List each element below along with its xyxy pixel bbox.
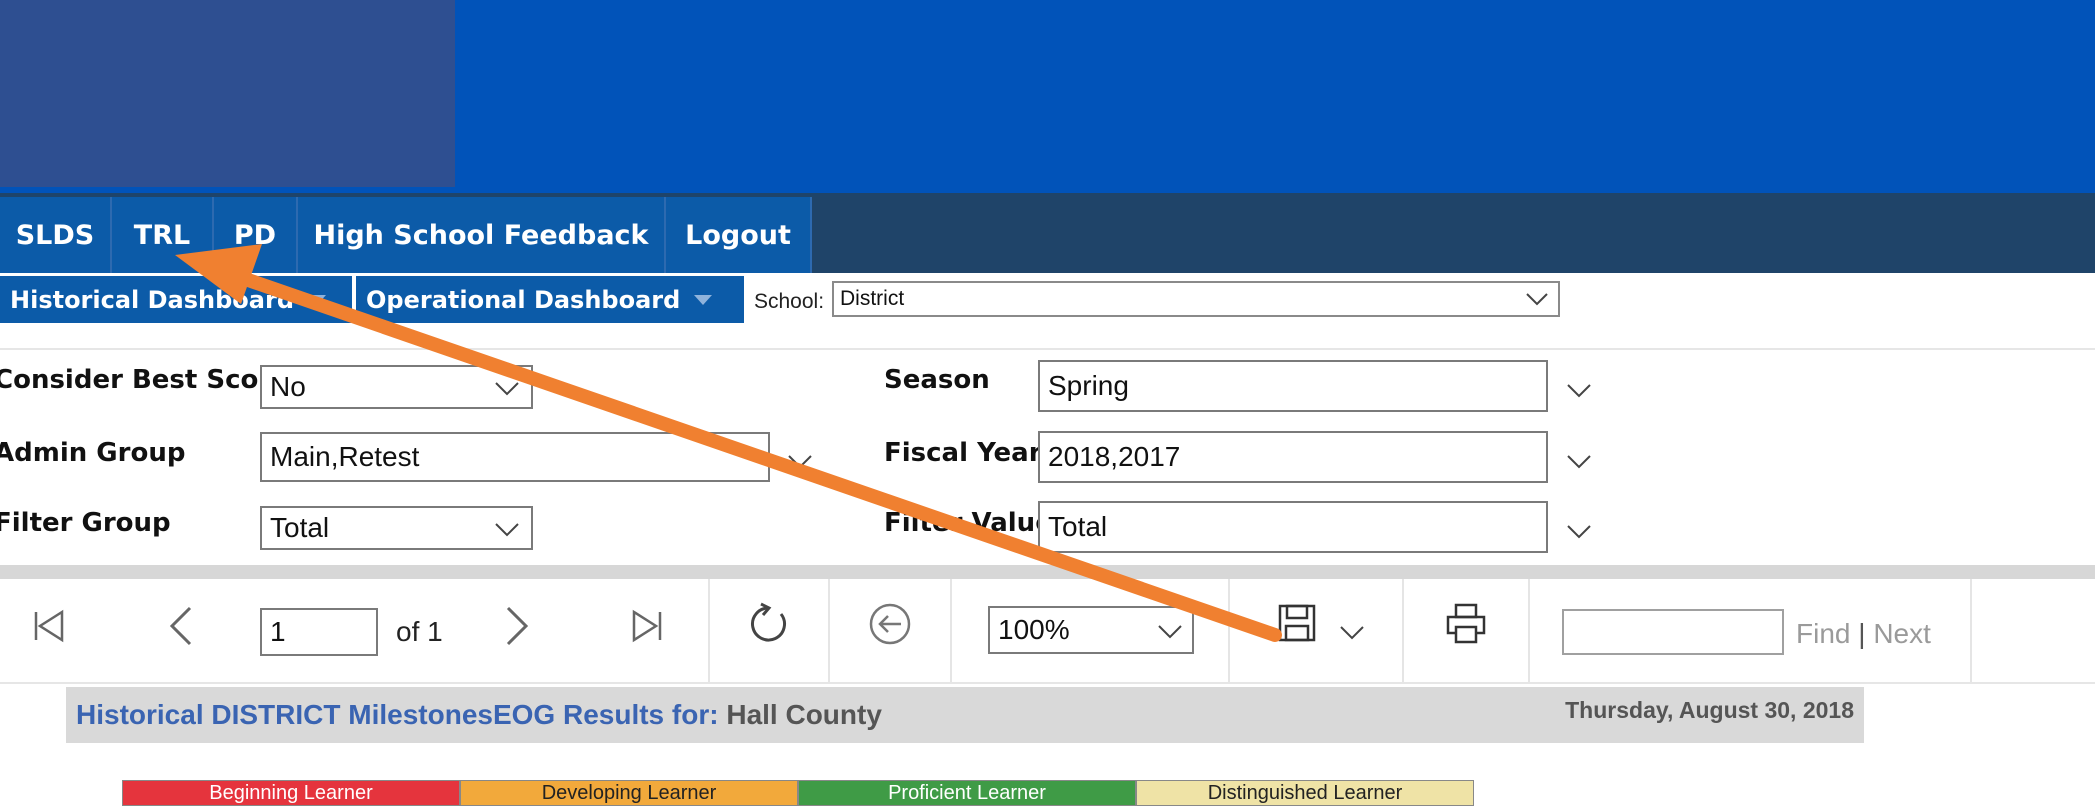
nav-logout[interactable]: Logout [666,197,812,273]
back-arrow-icon[interactable] [868,602,912,646]
logo-placeholder [0,0,455,187]
chevron-down-icon[interactable] [1567,384,1591,398]
chevron-down-icon[interactable] [1567,525,1591,539]
caret-down-icon [308,294,326,305]
previous-page-icon[interactable] [160,604,204,648]
nav-pd[interactable]: PD [214,197,298,273]
consider-best-score-select[interactable]: No [260,365,533,409]
season-select[interactable]: Spring [1038,360,1548,412]
operational-dashboard-menu[interactable]: Operational Dashboard [356,276,744,323]
toolbar-separator [708,579,710,683]
zoom-select[interactable]: 100% [988,606,1194,654]
refresh-icon[interactable] [747,602,791,646]
school-select-value: District [840,287,905,310]
print-icon[interactable] [1444,602,1488,646]
report-county: Hall County [726,699,882,730]
school-select[interactable]: District [832,281,1560,317]
chevron-down-icon [1526,293,1548,306]
fiscal-year-value: 2018,2017 [1048,441,1181,472]
last-page-icon[interactable] [624,604,668,648]
fiscal-year-select[interactable]: 2018,2017 [1038,431,1548,483]
season-label: Season [884,365,990,395]
caret-down-icon [694,294,713,305]
filter-value-select[interactable]: Total [1038,501,1548,553]
school-label: School: [754,290,825,313]
toolbar-separator [828,579,830,683]
divider [0,348,2095,350]
admin-group-select[interactable]: Main,Retest [260,432,770,482]
toolbar-separator [1228,579,1230,683]
nav-slds[interactable]: SLDS [0,197,112,273]
divider [0,682,2095,684]
toolbar-separator [1402,579,1404,683]
fiscal-year-label: Fiscal Year [884,438,1042,468]
toolbar-separator [1528,579,1530,683]
legend-developing-learner: Developing Learner [460,780,798,806]
nav-trl[interactable]: TRL [112,197,214,273]
toolbar-separator [950,579,952,683]
export-chevron-down-icon[interactable] [1340,626,1364,640]
find-separator: | [1858,618,1866,649]
page-number-value: 1 [270,616,286,647]
chevron-down-icon[interactable] [1567,455,1591,469]
chevron-down-icon [495,523,519,537]
save-export-icon[interactable] [1276,602,1320,646]
filter-value-label: Filter Value [884,508,1053,538]
find-next-group: Find | Next [1796,618,1931,650]
legend-distinguished-learner: Distinguished Learner [1136,780,1474,806]
season-value: Spring [1048,370,1129,401]
chevron-down-icon[interactable] [788,455,812,469]
first-page-icon[interactable] [28,604,72,648]
operational-dashboard-label: Operational Dashboard [366,285,681,314]
consider-best-score-label: Consider Best Score [0,365,289,395]
legend-beginning-learner: Beginning Learner [122,780,460,806]
admin-group-value: Main,Retest [270,441,420,472]
report-title-prefix: Historical DISTRICT MilestonesEOG Result… [76,699,719,730]
chevron-down-icon [495,382,519,396]
report-title: Historical DISTRICT MilestonesEOG Result… [76,699,882,731]
next-page-icon[interactable] [494,604,538,648]
toolbar-separator [1970,579,1972,683]
consider-best-score-value: No [270,371,306,402]
historical-dashboard-label: Historical Dashboard [10,285,294,314]
nav-high-school-feedback[interactable]: High School Feedback [298,197,666,273]
filter-group-label: Filter Group [0,508,171,538]
chevron-down-icon [1158,625,1182,639]
zoom-value: 100% [998,614,1070,645]
page-number-input[interactable]: 1 [260,608,378,656]
filter-value-value: Total [1048,511,1108,542]
report-toolbar-border [0,565,2095,579]
admin-group-label: Admin Group [0,438,186,468]
filter-group-value: Total [270,512,330,543]
legend-proficient-learner: Proficient Learner [798,780,1136,806]
page-count: of 1 [396,616,443,647]
find-input[interactable] [1562,609,1784,655]
next-link[interactable]: Next [1873,618,1931,649]
historical-dashboard-menu[interactable]: Historical Dashboard [0,276,352,323]
filter-group-select[interactable]: Total [260,506,533,550]
report-title-bar: Historical DISTRICT MilestonesEOG Result… [66,687,1864,743]
find-link[interactable]: Find [1796,618,1850,649]
report-date: Thursday, August 30, 2018 [1565,697,1854,723]
